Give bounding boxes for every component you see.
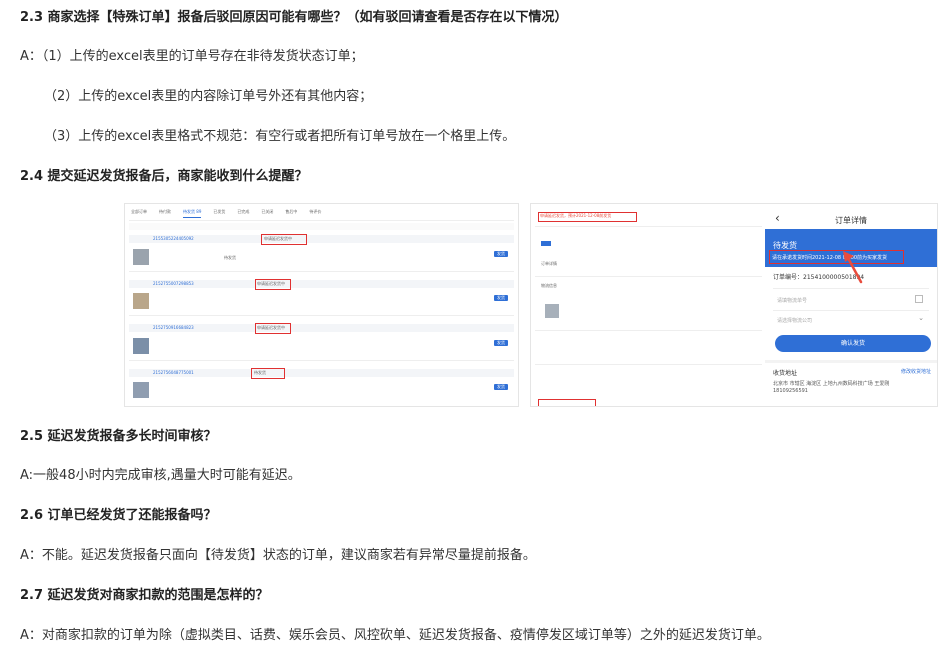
- scan-icon[interactable]: [915, 295, 923, 303]
- answer-2-3-2: （2）上传的excel表里的内容除订单号外还有其他内容；: [44, 89, 373, 104]
- tab-to-ship[interactable]: 待发货 89: [183, 210, 202, 218]
- red-arrow-icon: [843, 251, 863, 284]
- answer-2-3-1: A：（1）上传的excel表里的订单号存在非待发货状态订单；: [20, 49, 364, 64]
- ship-button[interactable]: 发货: [494, 340, 508, 346]
- address-text: 北京市 市辖区 海淀区 上地九州数码科技广场 王爱刚: [773, 381, 890, 387]
- divider: [773, 310, 929, 311]
- divider: [129, 220, 514, 221]
- divider: [535, 276, 762, 277]
- section-label: 订单详情: [541, 261, 557, 266]
- tab-completed[interactable]: 已完成: [237, 210, 249, 218]
- product-thumbnail: [133, 338, 149, 354]
- order-number[interactable]: 2152755007298853: [153, 282, 194, 286]
- section-label: 物流信息: [541, 283, 557, 288]
- tab-to-review[interactable]: 待评价: [309, 210, 321, 218]
- product-thumbnail: [133, 293, 149, 309]
- answer-2-7: A：对商家扣款的订单为除（虚拟类目、话费、娱乐会员、风控砍单、延迟发货报备、疫情…: [20, 628, 770, 643]
- edit-address-link[interactable]: 修改收货地址: [901, 368, 931, 375]
- delay-notice: 申请延迟发货，预计2021-12-08前发货: [540, 213, 612, 218]
- heading-2-4: 2.4 提交延迟发货报备后，商家能收到什么提醒？: [20, 169, 308, 184]
- divider: [773, 288, 929, 289]
- divider: [535, 226, 762, 227]
- divider: [535, 364, 762, 365]
- answer-2-5: A:一般48小时内完成审核,遇量大时可能有延迟。: [20, 468, 301, 483]
- delay-tag: 待发货: [254, 370, 266, 375]
- divider: [129, 360, 514, 361]
- delay-tag: 申请延迟发货中: [257, 325, 285, 330]
- order-detail-screenshot: 申请延迟发货，预计2021-12-08前发货 订单详情 物流信息: [530, 203, 766, 407]
- tab-after-sale[interactable]: 售后中: [285, 210, 297, 218]
- order-tabs: 全部订单 待付款 待发货 89 已发货 已完成 已关闭 售后中 待评价: [131, 210, 321, 218]
- faq-document: 2.3 商家选择【特殊订单】报备后驳回原因可能有哪些？（如有驳回请查看是否存在以…: [0, 0, 944, 651]
- divider: [129, 315, 514, 316]
- delay-tag: 申请延迟发货中: [264, 236, 292, 241]
- order-number[interactable]: 2152756048775001: [153, 371, 194, 375]
- confirm-ship-button[interactable]: 确认发货: [775, 335, 931, 352]
- heading-2-3: 2.3 商家选择【特殊订单】报备后驳回原因可能有哪些？（如有驳回请查看是否存在以…: [20, 10, 568, 25]
- answer-2-3-3: （3）上传的excel表里格式不规范：有空行或者把所有订单号放在一个格里上传。: [44, 129, 516, 144]
- divider: [129, 271, 514, 272]
- heading-2-5: 2.5 延迟发货报备多长时间审核？: [20, 429, 217, 444]
- answer-2-6: A：不能。延迟发货报备只面向【待发货】状态的订单，建议商家若有异常尽量提前报备。: [20, 548, 536, 563]
- phone-text: 18109256591: [773, 388, 808, 394]
- product-thumbnail: [545, 304, 559, 318]
- chevron-down-icon[interactable]: ⌄: [918, 314, 924, 322]
- order-status: 待发货: [224, 255, 236, 260]
- table-header: [129, 223, 514, 230]
- order-number[interactable]: 2152750916684823: [153, 326, 194, 330]
- mobile-order-detail-screenshot: ‹ 订单详情 待发货 请在承诺发货时间2021-12-08 01:00前为买家发…: [765, 203, 938, 407]
- ship-button[interactable]: 发货: [494, 295, 508, 301]
- mobile-title: 订单详情: [835, 216, 867, 225]
- ship-deadline-notice: 请在承诺发货时间2021-12-08 01:00前为买家发货: [772, 255, 888, 261]
- tab-all[interactable]: 全部订单: [131, 210, 147, 218]
- heading-2-6: 2.6 订单已经发货了还能报备吗？: [20, 508, 217, 523]
- delay-tag: 申请延迟发货中: [257, 281, 285, 286]
- divider: [535, 330, 762, 331]
- ship-button[interactable]: 发货: [494, 384, 508, 390]
- order-list-screenshot: 全部订单 待付款 待发货 89 已发货 已完成 已关闭 售后中 待评价 2155…: [124, 203, 519, 407]
- product-thumbnail: [133, 249, 149, 265]
- address-label: 收货地址: [773, 370, 798, 377]
- divider: [765, 360, 937, 363]
- order-number-label: 订单编号：: [773, 274, 804, 281]
- heading-2-7: 2.7 延迟发货对商家扣款的范围是怎样的？: [20, 588, 269, 603]
- logistics-company-select[interactable]: 请选择物流公司: [777, 317, 812, 324]
- highlight-box: [538, 399, 596, 406]
- tab-shipped[interactable]: 已发货: [213, 210, 225, 218]
- order-number[interactable]: 2155305224405092: [153, 237, 194, 241]
- tab-active[interactable]: [541, 241, 551, 246]
- tracking-number-input[interactable]: 请填物流单号: [777, 297, 807, 304]
- tab-unpaid[interactable]: 待付款: [159, 210, 171, 218]
- product-thumbnail: [133, 382, 149, 398]
- tab-closed[interactable]: 已关闭: [261, 210, 273, 218]
- ship-button[interactable]: 发货: [494, 251, 508, 257]
